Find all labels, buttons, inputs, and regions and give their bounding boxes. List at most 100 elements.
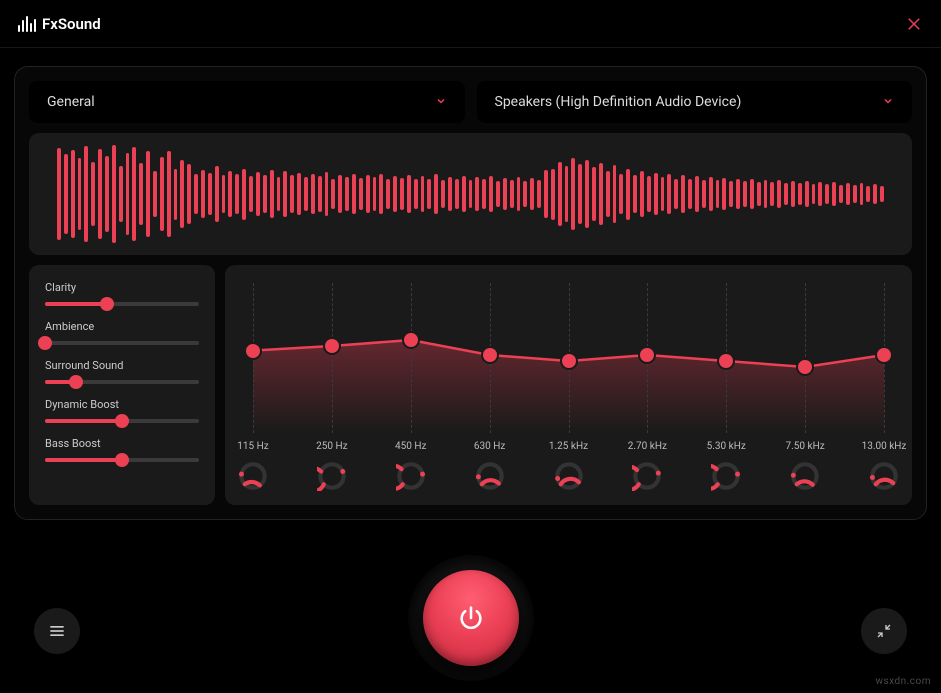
waveform-bar bbox=[146, 151, 150, 238]
waveform-bar bbox=[853, 185, 857, 202]
slider-track[interactable] bbox=[45, 419, 199, 423]
eq-node[interactable] bbox=[798, 360, 812, 374]
waveform-bar bbox=[825, 184, 829, 203]
eq-knob[interactable] bbox=[554, 461, 584, 491]
menu-button[interactable] bbox=[34, 608, 80, 654]
waveform-bar bbox=[517, 177, 521, 212]
chevron-down-icon bbox=[882, 95, 894, 110]
waveform-bar bbox=[256, 172, 260, 217]
minimize-button[interactable] bbox=[861, 608, 907, 654]
waveform-bar bbox=[523, 181, 527, 207]
waveform-bar bbox=[283, 171, 287, 217]
eq-node[interactable] bbox=[246, 344, 260, 358]
waveform-bar bbox=[558, 162, 562, 225]
waveform-bar bbox=[832, 182, 836, 205]
waveform-bar bbox=[311, 174, 315, 215]
slider-track[interactable] bbox=[45, 341, 199, 345]
waveform-bar bbox=[764, 180, 768, 209]
waveform-bar bbox=[359, 178, 363, 211]
waveform-bar bbox=[551, 169, 555, 220]
slider-thumb[interactable] bbox=[115, 414, 129, 428]
waveform-bar bbox=[57, 148, 61, 240]
eq-knob[interactable] bbox=[238, 461, 268, 491]
eq-node[interactable] bbox=[325, 339, 339, 353]
waveform-bar bbox=[743, 181, 747, 207]
waveform-bar bbox=[709, 177, 713, 212]
waveform-bar bbox=[688, 179, 692, 209]
eq-knob[interactable] bbox=[869, 461, 899, 491]
waveform-bar bbox=[599, 163, 603, 224]
slider-label: Dynamic Boost bbox=[45, 398, 199, 411]
waveform-bar bbox=[791, 181, 795, 208]
eq-node[interactable] bbox=[877, 348, 891, 362]
eq-node[interactable] bbox=[640, 348, 654, 362]
title-bar: FxSound bbox=[0, 0, 941, 48]
waveform-bar bbox=[208, 173, 212, 216]
waveform-bar bbox=[530, 178, 534, 210]
eq-node[interactable] bbox=[483, 348, 497, 362]
waveform-bar bbox=[482, 179, 486, 209]
waveform-bar bbox=[606, 171, 610, 217]
waveform-bar bbox=[119, 166, 123, 222]
eq-node[interactable] bbox=[404, 333, 418, 347]
eq-node[interactable] bbox=[719, 354, 733, 368]
eq-knob[interactable] bbox=[396, 461, 426, 491]
slider-thumb[interactable] bbox=[69, 375, 83, 389]
eq-knob[interactable] bbox=[790, 461, 820, 491]
waveform-bar bbox=[695, 176, 699, 213]
preset-dropdown[interactable]: General bbox=[29, 81, 465, 123]
waveform-bar bbox=[180, 160, 184, 227]
waveform-bar bbox=[585, 160, 589, 227]
waveform-bar bbox=[565, 166, 569, 222]
waveform-bar bbox=[777, 180, 781, 208]
waveform-bar bbox=[297, 173, 301, 216]
waveform-bar bbox=[153, 171, 157, 217]
slider-thumb[interactable] bbox=[115, 453, 129, 467]
eq-band-label: 630 Hz bbox=[460, 441, 520, 452]
waveform-bar bbox=[846, 183, 850, 205]
eq-gridline bbox=[332, 283, 333, 433]
slider-label: Bass Boost bbox=[45, 437, 199, 450]
eq-band-label: 450 Hz bbox=[381, 441, 441, 452]
slider-track[interactable] bbox=[45, 302, 199, 306]
eq-knob[interactable] bbox=[317, 461, 347, 491]
waveform-visualizer bbox=[29, 133, 912, 255]
slider-label: Surround Sound bbox=[45, 359, 199, 372]
waveform-bar bbox=[194, 174, 198, 215]
waveform-bar bbox=[366, 175, 370, 213]
eq-gridline bbox=[805, 283, 806, 433]
waveform-bar bbox=[228, 171, 232, 218]
eq-knob[interactable] bbox=[475, 461, 505, 491]
effect-sliders-panel: Clarity Ambience Surround Sound Dynamic … bbox=[29, 265, 215, 505]
waveform-bar bbox=[571, 158, 575, 229]
waveform-bar bbox=[290, 175, 294, 213]
power-button[interactable] bbox=[423, 570, 519, 666]
waveform-bar bbox=[318, 176, 322, 213]
eq-knob[interactable] bbox=[711, 461, 741, 491]
main-card: General Speakers (High Definition Audio … bbox=[14, 66, 927, 520]
eq-band-label: 115 Hz bbox=[223, 441, 283, 452]
waveform-bar bbox=[729, 181, 733, 208]
waveform-bar bbox=[784, 183, 788, 205]
eq-band-label: 5.30 kHz bbox=[696, 441, 756, 452]
eq-node[interactable] bbox=[562, 354, 576, 368]
waveform-bar bbox=[126, 153, 130, 235]
slider-thumb[interactable] bbox=[100, 297, 114, 311]
waveform-bar bbox=[84, 146, 88, 243]
waveform-bar bbox=[434, 174, 438, 215]
waveform-bar bbox=[187, 164, 191, 223]
eq-knob[interactable] bbox=[632, 461, 662, 491]
waveform-bar bbox=[716, 180, 720, 208]
output-device-dropdown[interactable]: Speakers (High Definition Audio Device) bbox=[477, 81, 913, 123]
waveform-bar bbox=[661, 177, 665, 211]
waveform-bar bbox=[860, 183, 864, 204]
waveform-bar bbox=[331, 179, 335, 210]
slider-track[interactable] bbox=[45, 458, 199, 462]
preset-dropdown-value: General bbox=[47, 94, 95, 110]
eq-band-label: 1.25 kHz bbox=[539, 441, 599, 452]
logo-bars-icon bbox=[18, 16, 36, 32]
eq-gridline bbox=[253, 283, 254, 433]
slider-thumb[interactable] bbox=[38, 336, 52, 350]
close-icon[interactable] bbox=[905, 15, 923, 33]
slider-track[interactable] bbox=[45, 380, 199, 384]
